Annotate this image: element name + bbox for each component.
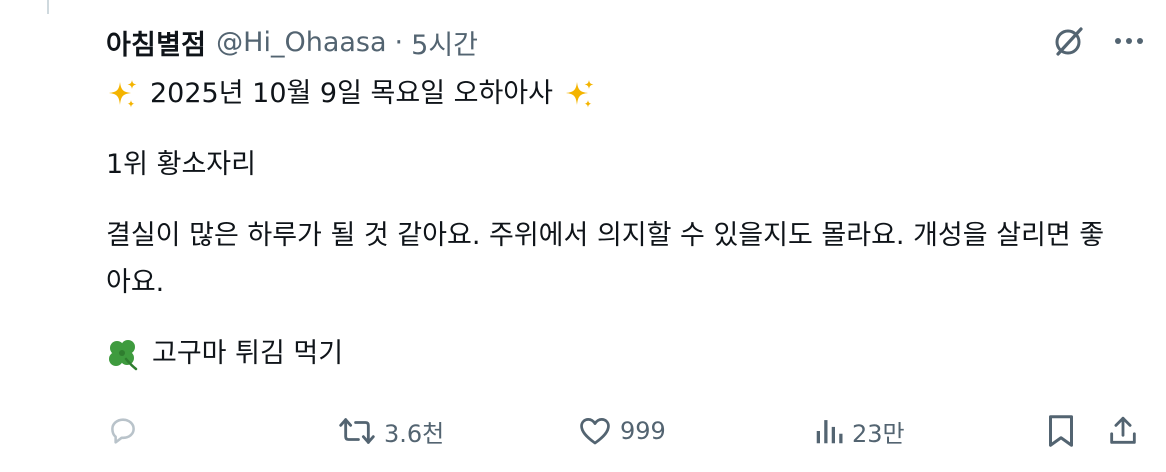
grok-icon[interactable] — [1052, 24, 1086, 58]
fortune-text-line-1: 결실이 많은 하루가 될 것 같아요. 주위에서 의지할 수 있을지도 몰라요.… — [106, 220, 1105, 251]
tweet-action-bar: 3.6천 999 23만 — [106, 408, 1146, 454]
views-button[interactable]: 23만 — [814, 408, 905, 454]
retweet-icon — [339, 418, 375, 444]
retweet-button[interactable]: 3.6천 — [338, 408, 444, 454]
lucky-action: 고구마 튀김 먹기 — [152, 338, 344, 369]
tweet-text: 2025년 10월 9일 목요일 오하아사 1위 황소자리 결실이 많은 하루가… — [106, 70, 1136, 377]
author-name[interactable]: 아침별점 — [106, 23, 206, 62]
separator-dot: · — [394, 26, 404, 58]
more-icon[interactable] — [1114, 36, 1144, 46]
heart-icon — [580, 418, 610, 445]
views-icon — [816, 420, 843, 444]
four-leaf-clover-emoji — [106, 337, 140, 371]
lucky-action-line: 고구마 튀김 먹기 — [106, 330, 1136, 377]
tweet-top-actions — [1052, 24, 1144, 58]
fortune-title: 2025년 10월 9일 목요일 오하아사 — [150, 78, 553, 109]
reply-icon — [111, 418, 135, 444]
tweet-timestamp[interactable]: 5시간 — [411, 23, 478, 62]
sparkles-emoji — [106, 77, 140, 111]
bookmark-icon — [1049, 415, 1073, 447]
tweet-header: 아침별점 @Hi_Ohaasa · 5시간 — [106, 22, 478, 62]
like-button[interactable]: 999 — [578, 408, 666, 454]
share-button[interactable] — [1106, 408, 1140, 454]
rank-line: 1위 황소자리 — [106, 149, 256, 180]
thread-connector-line — [47, 0, 49, 14]
views-count: 23만 — [852, 419, 905, 448]
fortune-title-line: 2025년 10월 9일 목요일 오하아사 — [106, 70, 1136, 117]
sparkles-emoji — [563, 77, 597, 111]
fortune-text-line-2: 아요. — [106, 267, 165, 298]
bookmark-button[interactable] — [1046, 408, 1076, 454]
share-icon — [1110, 416, 1136, 444]
like-count: 999 — [620, 417, 666, 445]
reply-button[interactable] — [106, 408, 148, 454]
retweet-count: 3.6천 — [384, 419, 445, 448]
author-handle[interactable]: @Hi_Ohaasa — [216, 27, 386, 58]
